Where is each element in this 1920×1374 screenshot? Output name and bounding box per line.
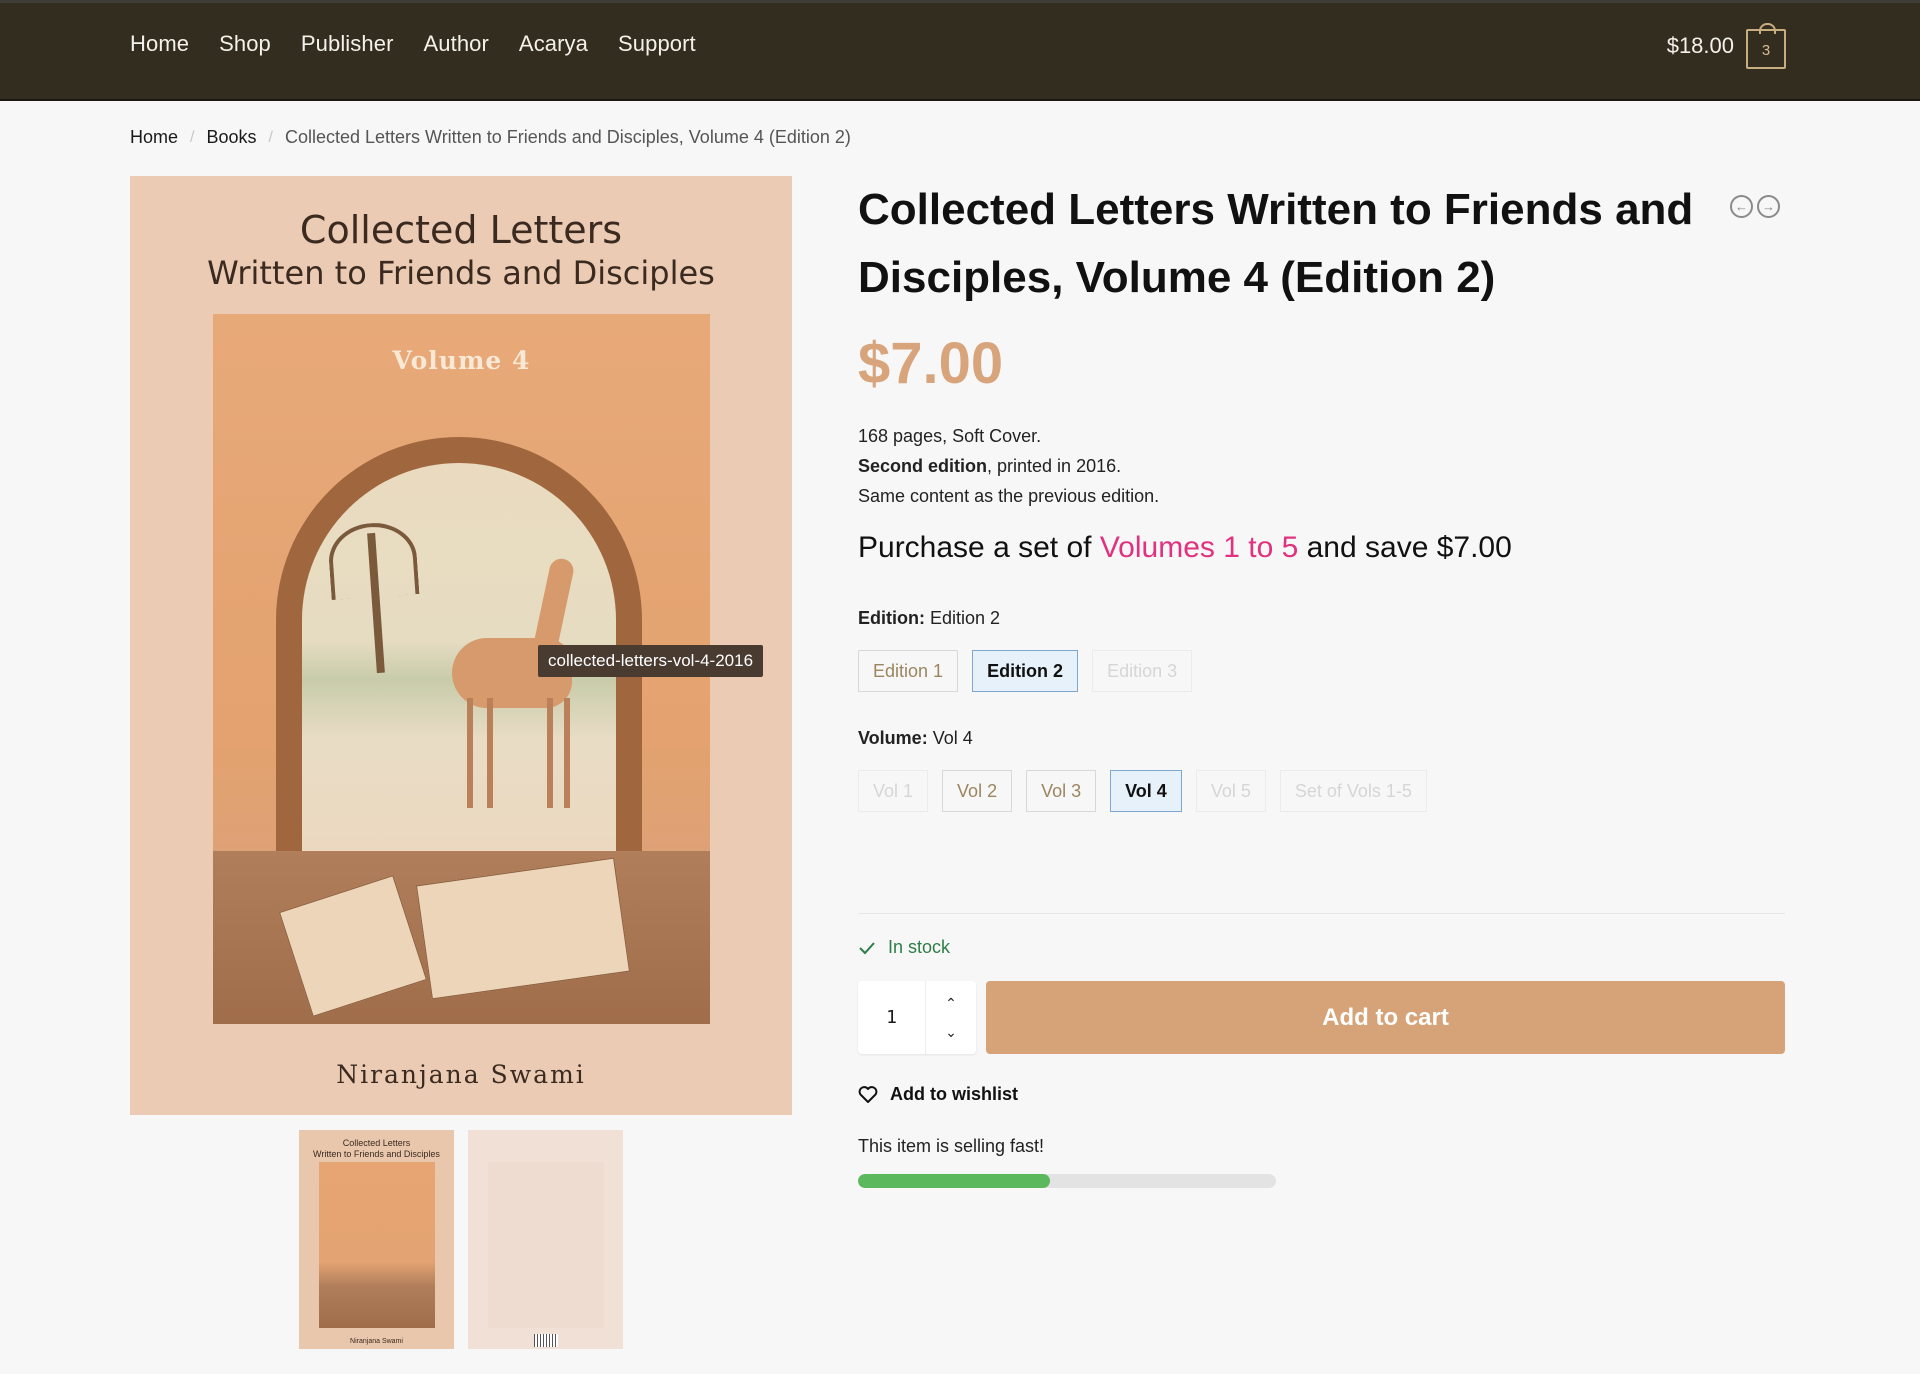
- desc-edition-bold: Second edition: [858, 456, 988, 476]
- add-to-wishlist-link[interactable]: Add to wishlist: [858, 1084, 1018, 1105]
- product-main-image[interactable]: Collected Letters Written to Friends and…: [130, 176, 792, 1115]
- product-price: $7.00: [858, 331, 1004, 396]
- volume-option-2[interactable]: Vol 2: [942, 770, 1013, 812]
- volume-label: Volume: Vol 4: [858, 728, 973, 748]
- arrow-left-circle-icon[interactable]: ←: [1730, 195, 1753, 218]
- thumbnail-title: Collected Letters Written to Friends and …: [313, 1138, 440, 1159]
- nav-author[interactable]: Author: [424, 31, 489, 57]
- desc-edition: Second edition, printed in 2016.: [858, 451, 1159, 481]
- cover-title-line2: Written to Friends and Disciples: [207, 254, 715, 292]
- divider: [858, 913, 1785, 914]
- stock-status: In stock: [858, 937, 950, 958]
- barcode-icon: [534, 1334, 558, 1347]
- volume-option-4[interactable]: Vol 4: [1110, 770, 1182, 812]
- volume-option-3[interactable]: Vol 3: [1026, 770, 1097, 812]
- edition-selected-value: Edition 2: [930, 608, 1001, 628]
- breadcrumb-current: Collected Letters Written to Friends and…: [284, 127, 851, 147]
- cover-volume: Volume 4: [392, 346, 531, 375]
- thumbnail-back-cover[interactable]: [468, 1130, 623, 1349]
- volume-option-set[interactable]: Set of Vols 1-5: [1279, 770, 1427, 812]
- breadcrumb: Home / Books / Collected Letters Written…: [130, 127, 851, 148]
- main-nav: Home Shop Publisher Author Acarya Suppor…: [130, 31, 726, 57]
- volume-selected-value: Vol 4: [932, 728, 973, 748]
- illustration-desk: [213, 851, 710, 1024]
- product-description: 168 pages, Soft Cover. Second edition, p…: [858, 421, 1159, 511]
- cover-author: Niranjana Swami: [336, 1060, 586, 1089]
- nav-publisher[interactable]: Publisher: [301, 31, 394, 57]
- checkmark-icon: [859, 941, 875, 954]
- desc-edition-rest: , printed in 2016.: [987, 456, 1122, 476]
- selling-progress-fill: [858, 1174, 1051, 1188]
- quantity-stepper: 1 ⌃ ⌄: [858, 981, 976, 1054]
- edition-label: Edition: Edition 2: [858, 608, 1001, 628]
- breadcrumb-separator: /: [190, 128, 195, 146]
- volume-option-1[interactable]: Vol 1: [858, 770, 929, 812]
- cart-count: 3: [1761, 42, 1771, 59]
- edition-option-1[interactable]: Edition 1: [858, 650, 959, 692]
- cover-title-line1: Collected Letters: [299, 208, 623, 252]
- volume-swatches: Vol 1 Vol 2 Vol 3 Vol 4 Vol 5 Set of Vol…: [858, 770, 1441, 812]
- heart-icon: [858, 1085, 878, 1103]
- nav-home[interactable]: Home: [130, 31, 189, 57]
- stock-text: In stock: [888, 937, 951, 957]
- illustration-deer-leg: [487, 698, 493, 808]
- illustration-tree: [367, 532, 385, 674]
- chevron-up-icon[interactable]: ⌃: [945, 996, 957, 1010]
- edition-option-2[interactable]: Edition 2: [972, 650, 1079, 692]
- selling-progress-bar: [858, 1174, 1276, 1188]
- breadcrumb-books[interactable]: Books: [206, 127, 256, 148]
- add-to-cart-button[interactable]: Add to cart: [986, 981, 1785, 1054]
- nav-shop[interactable]: Shop: [219, 31, 271, 57]
- nav-support[interactable]: Support: [618, 31, 696, 57]
- edition-option-3[interactable]: Edition 3: [1092, 650, 1193, 692]
- image-tooltip: collected-letters-vol-4-2016: [538, 645, 764, 677]
- shopping-bag-icon[interactable]: 3: [1746, 23, 1786, 69]
- volume-label-name: Volume: [858, 728, 922, 748]
- promo-suffix: and save $7.00: [1298, 531, 1512, 564]
- illustration-deer-leg: [564, 698, 570, 808]
- breadcrumb-home[interactable]: Home: [130, 127, 178, 148]
- edition-swatches: Edition 1 Edition 2 Edition 3: [858, 650, 1206, 692]
- quantity-input[interactable]: 1: [858, 981, 926, 1054]
- desc-content: Same content as the previous edition.: [858, 486, 1160, 506]
- product-navigation: ← →: [1730, 195, 1780, 218]
- wishlist-label: Add to wishlist: [890, 1084, 1018, 1104]
- promo-prefix: Purchase a set of: [858, 531, 1100, 564]
- arrow-right-circle-icon[interactable]: →: [1757, 195, 1780, 218]
- chevron-down-icon[interactable]: ⌄: [945, 1025, 957, 1039]
- thumbnail-front-cover[interactable]: Collected Letters Written to Friends and …: [299, 1130, 454, 1349]
- selling-fast-text: This item is selling fast!: [858, 1136, 1045, 1156]
- top-navigation-bar: Home Shop Publisher Author Acarya Suppor…: [0, 0, 1920, 101]
- product-title: Collected Letters Written to Friends and…: [858, 185, 1694, 302]
- nav-acarya[interactable]: Acarya: [519, 31, 588, 57]
- illustration-letter: [278, 875, 428, 1017]
- edition-label-name: Edition: [858, 608, 919, 628]
- thumbnail-art: [319, 1162, 435, 1328]
- breadcrumb-separator: /: [268, 128, 273, 146]
- cart-total[interactable]: $18.00: [1667, 33, 1734, 59]
- illustration-open-book: [415, 857, 631, 1000]
- desc-pages: 168 pages, Soft Cover.: [858, 426, 1042, 446]
- illustration-deer-leg: [547, 698, 553, 808]
- illustration-deer-leg: [467, 698, 473, 808]
- thumbnail-author: Niranjana Swami: [350, 1338, 403, 1345]
- thumbnail-back-art: [488, 1162, 604, 1328]
- volume-option-5[interactable]: Vol 5: [1195, 770, 1266, 812]
- promo-set-link[interactable]: Volumes 1 to 5: [1100, 531, 1298, 564]
- set-promo: Purchase a set of Volumes 1 to 5 and sav…: [858, 531, 1512, 565]
